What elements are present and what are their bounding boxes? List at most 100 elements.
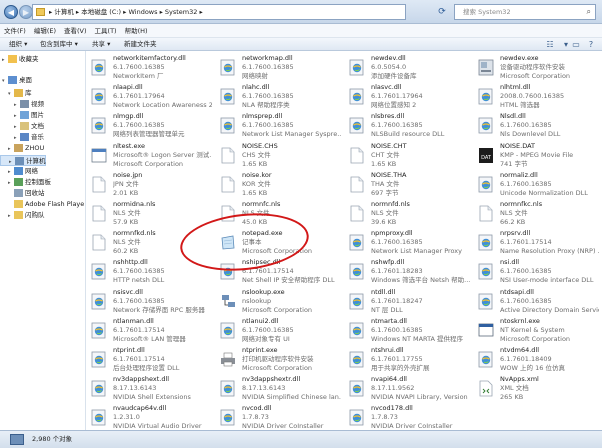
file-item[interactable]: normnfd.nls NLS 文件 39.6 KB: [345, 198, 470, 229]
menu-help[interactable]: 帮助(H): [121, 24, 152, 37]
file-item[interactable]: ntprint.dll 6.1.7601.17514 后台处理程序设置 DLL: [87, 344, 212, 375]
menu-tools[interactable]: 工具(T): [91, 24, 121, 37]
dll-file-icon: [220, 117, 236, 134]
nav-item[interactable]: ▸ 闪购队: [0, 210, 45, 221]
file-item[interactable]: networkmap.dll 6.1.7600.16385 网络映射: [216, 52, 341, 83]
file-item[interactable]: nv3dappshext.dll 8.17.13.6143 NVIDIA Shell…: [87, 373, 212, 404]
file-item[interactable]: ntprint.exe 打印机驱动程序软件安装 Microsoft Corporat…: [216, 344, 341, 375]
file-item[interactable]: nvcod178.dll 1.7.8.73 NVIDIA Driver CoInst…: [345, 402, 470, 430]
address-input[interactable]: ▸ 计算机 ▸ 本地磁盘 (C:) ▸ Windows ▸ System32 ▸: [32, 4, 406, 20]
nav-item[interactable]: ▾ 库: [0, 88, 32, 99]
back-button[interactable]: ◀: [4, 5, 18, 19]
file-item[interactable]: normnfkd.nls NLS 文件 60.2 KB: [87, 227, 212, 258]
file-item[interactable]: npmproxy.dll 6.1.7600.16385 Network List M…: [345, 227, 470, 258]
file-item[interactable]: nlasvc.dll 6.1.7601.17964 网络位置感知 2: [345, 81, 470, 112]
file-item[interactable]: nltest.exe Microsoft® Logon Server 测试... M…: [87, 140, 212, 171]
file-item[interactable]: nlaapi.dll 6.1.7601.17964 Network Location…: [87, 81, 212, 112]
file-item[interactable]: nsisvc.dll 6.1.7600.16385 Network 存储界面 RPC…: [87, 286, 212, 317]
file-item[interactable]: normidna.nls NLS 文件 57.9 KB: [87, 198, 212, 229]
file-item[interactable]: nshhttp.dll 6.1.7600.16385 HTTP netsh DLL: [87, 256, 212, 287]
share-button[interactable]: 共享 ▾: [92, 39, 110, 50]
file-detail-line2: NVIDIA Virtual Audio Driver: [113, 422, 202, 430]
menu-edit[interactable]: 编辑(E): [30, 24, 60, 37]
file-item[interactable]: ntlanman.dll 6.1.7601.17514 Microsoft® LAN…: [87, 315, 212, 346]
file-item[interactable]: ntmarta.dll 6.1.7600.16385 Windows NT MART…: [345, 315, 470, 346]
file-item[interactable]: NOISE.CHT CHT 文件 1.65 KB: [345, 140, 470, 171]
file-detail-line2: 后台处理程序设置 DLL: [113, 364, 180, 372]
search-input[interactable]: 搜索 System32 ⌕: [454, 4, 596, 20]
nav-item[interactable]: ▸ 计算机: [0, 155, 46, 166]
file-item[interactable]: nlsbres.dll 6.1.7600.16385 NLSBuild resour…: [345, 110, 470, 141]
new-folder-button[interactable]: 新建文件夹: [124, 39, 157, 50]
nav-item[interactable]: ▸ 网络: [0, 166, 38, 177]
file-item[interactable]: ntoskrnl.exe NT Kernel & System Microsoft …: [474, 315, 599, 346]
file-item[interactable]: notepad.exe 记事本 Microsoft Corporation: [216, 227, 341, 258]
nav-item[interactable]: ▸ 收藏夹: [0, 54, 39, 65]
file-item[interactable]: normaliz.dll 6.1.7600.16385 Unicode Normal…: [474, 169, 599, 200]
file-item[interactable]: nshipsec.dll 6.1.7601.17514 Net Shell IP 安…: [216, 256, 341, 287]
file-item[interactable]: newdev.exe 设备驱动程序软件安装 Microsoft Corporatio…: [474, 52, 599, 83]
file-item[interactable]: nlahc.dll 6.1.7600.16385 NLA 帮助程序类: [216, 81, 341, 112]
nav-item[interactable]: ▸ 图片: [0, 110, 44, 121]
file-item[interactable]: DAT NOISE.DAT KMP - MPEG Movie File 741 字节: [474, 140, 599, 171]
refresh-button[interactable]: ⟳: [433, 5, 451, 19]
file-item[interactable]: normnfkc.nls NLS 文件 66.2 KB: [474, 198, 599, 229]
file-item[interactable]: ntdsapi.dll 6.1.7600.16385 Active Director…: [474, 286, 599, 317]
file-item[interactable]: ntdll.dll 6.1.7601.18247 NT 层 DLL: [345, 286, 470, 317]
file-item[interactable]: Nlsdl.dll 6.1.7600.16385 Nls Downlevel DLL: [474, 110, 599, 141]
file-item[interactable]: nrpsrv.dll 6.1.7601.17514 Name Resolution …: [474, 227, 599, 258]
file-item[interactable]: nvaudcap64v.dll 1.2.31.0 NVIDIA Virtual Au…: [87, 402, 212, 430]
status-bar: 2,980 个对象: [0, 430, 602, 448]
dll-file-icon: [349, 409, 365, 426]
file-name: ntlanui2.dll: [242, 316, 279, 325]
nav-item[interactable]: ▸ 文档: [0, 121, 44, 132]
nav-item[interactable]: ▾ 桌面: [0, 75, 32, 86]
organize-button[interactable]: 组织 ▾: [9, 39, 27, 50]
dll-file-icon: [349, 322, 365, 339]
desktop-icon: [8, 76, 17, 84]
forward-button[interactable]: ▶: [19, 5, 33, 19]
view-dropdown-icon[interactable]: ▾: [561, 40, 571, 49]
file-item[interactable]: nvapi64.dll 8.17.11.9562 NVIDIA NVAPI Libr…: [345, 373, 470, 404]
document-file-icon: [349, 205, 365, 222]
file-detail-line1: 6.1.7601.18409: [500, 355, 552, 363]
file-item[interactable]: nv3dappshextr.dll 8.17.13.6143 NVIDIA Simp…: [216, 373, 341, 404]
menu-file[interactable]: 文件(F): [0, 24, 30, 37]
file-item[interactable]: ntvdm64.dll 6.1.7601.18409 WOW 上的 16 位仿真: [474, 344, 599, 375]
preview-pane-icon[interactable]: ▭: [571, 40, 581, 49]
view-options-icon[interactable]: ☷: [545, 40, 555, 49]
nav-item[interactable]: ▸ ZHOU: [0, 143, 44, 154]
file-item[interactable]: networkitemfactory.dll 6.1.7600.16385 Netw…: [87, 52, 212, 83]
menu-view[interactable]: 查看(V): [60, 24, 91, 37]
file-item[interactable]: nlmsprep.dll 6.1.7600.16385 Network List M…: [216, 110, 341, 141]
nav-item[interactable]: ▸ 视频: [0, 99, 44, 110]
file-item[interactable]: NOISE.THA THA 文件 697 字节: [345, 169, 470, 200]
file-item[interactable]: nvcod.dll 1.7.8.73 NVIDIA Driver CoInstall…: [216, 402, 341, 430]
file-details: nshwfp.dll 6.1.7601.18283 Windows 筛选平台 Net…: [371, 258, 470, 285]
file-item[interactable]: newdev.dll 6.0.5054.0 添加硬件设备库: [345, 52, 470, 83]
file-item[interactable]: nsi.dll 6.1.7600.16385 NSI User-mode inter…: [474, 256, 599, 287]
file-details: nvapi64.dll 8.17.11.9562 NVIDIA NVAPI Libr…: [371, 375, 470, 402]
file-detail-line2: Microsoft Corporation: [242, 305, 313, 314]
file-item[interactable]: normnfc.nls NLS 文件 45.0 KB: [216, 198, 341, 229]
dll-file-icon: [91, 293, 107, 310]
file-item[interactable]: nlmgp.dll 6.1.7600.16385 网络列表管理器管理单元: [87, 110, 212, 141]
file-item[interactable]: nlhtml.dll 2008.0.7600.16385 HTML 筛选器: [474, 81, 599, 112]
file-item[interactable]: NOISE.CHS CHS 文件 1.65 KB: [216, 140, 341, 171]
nav-item[interactable]: 回收站: [0, 188, 45, 199]
nav-item[interactable]: ▸ 控制面板: [0, 177, 51, 188]
file-item[interactable]: NvApps.xml XML 文档 265 KB: [474, 373, 599, 404]
file-item[interactable]: ntshrui.dll 6.1.7601.17755 用于共享的外壳扩展: [345, 344, 470, 375]
file-item[interactable]: nslookup.exe nslookup Microsoft Corporatio…: [216, 286, 341, 317]
file-item[interactable]: noise.jpn JPN 文件 2.01 KB: [87, 169, 212, 200]
file-detail-line1: NLS 文件: [113, 238, 141, 247]
nav-item[interactable]: Adobe Flash Playe: [0, 199, 84, 210]
dll-file-icon: [478, 351, 494, 368]
help-icon[interactable]: ?: [586, 40, 596, 49]
include-in-library-button[interactable]: 包含到库中 ▾: [40, 39, 78, 50]
nav-item[interactable]: ▸ 音乐: [0, 132, 44, 143]
file-item[interactable]: ntlanui2.dll 6.1.7600.16385 网络对象专有 UI: [216, 315, 341, 346]
file-item[interactable]: nshwfp.dll 6.1.7601.18283 Windows 筛选平台 Net…: [345, 256, 470, 287]
file-item[interactable]: noise.kor KOR 文件 1.65 KB: [216, 169, 341, 200]
file-detail-line1: NLS 文件: [371, 209, 399, 217]
